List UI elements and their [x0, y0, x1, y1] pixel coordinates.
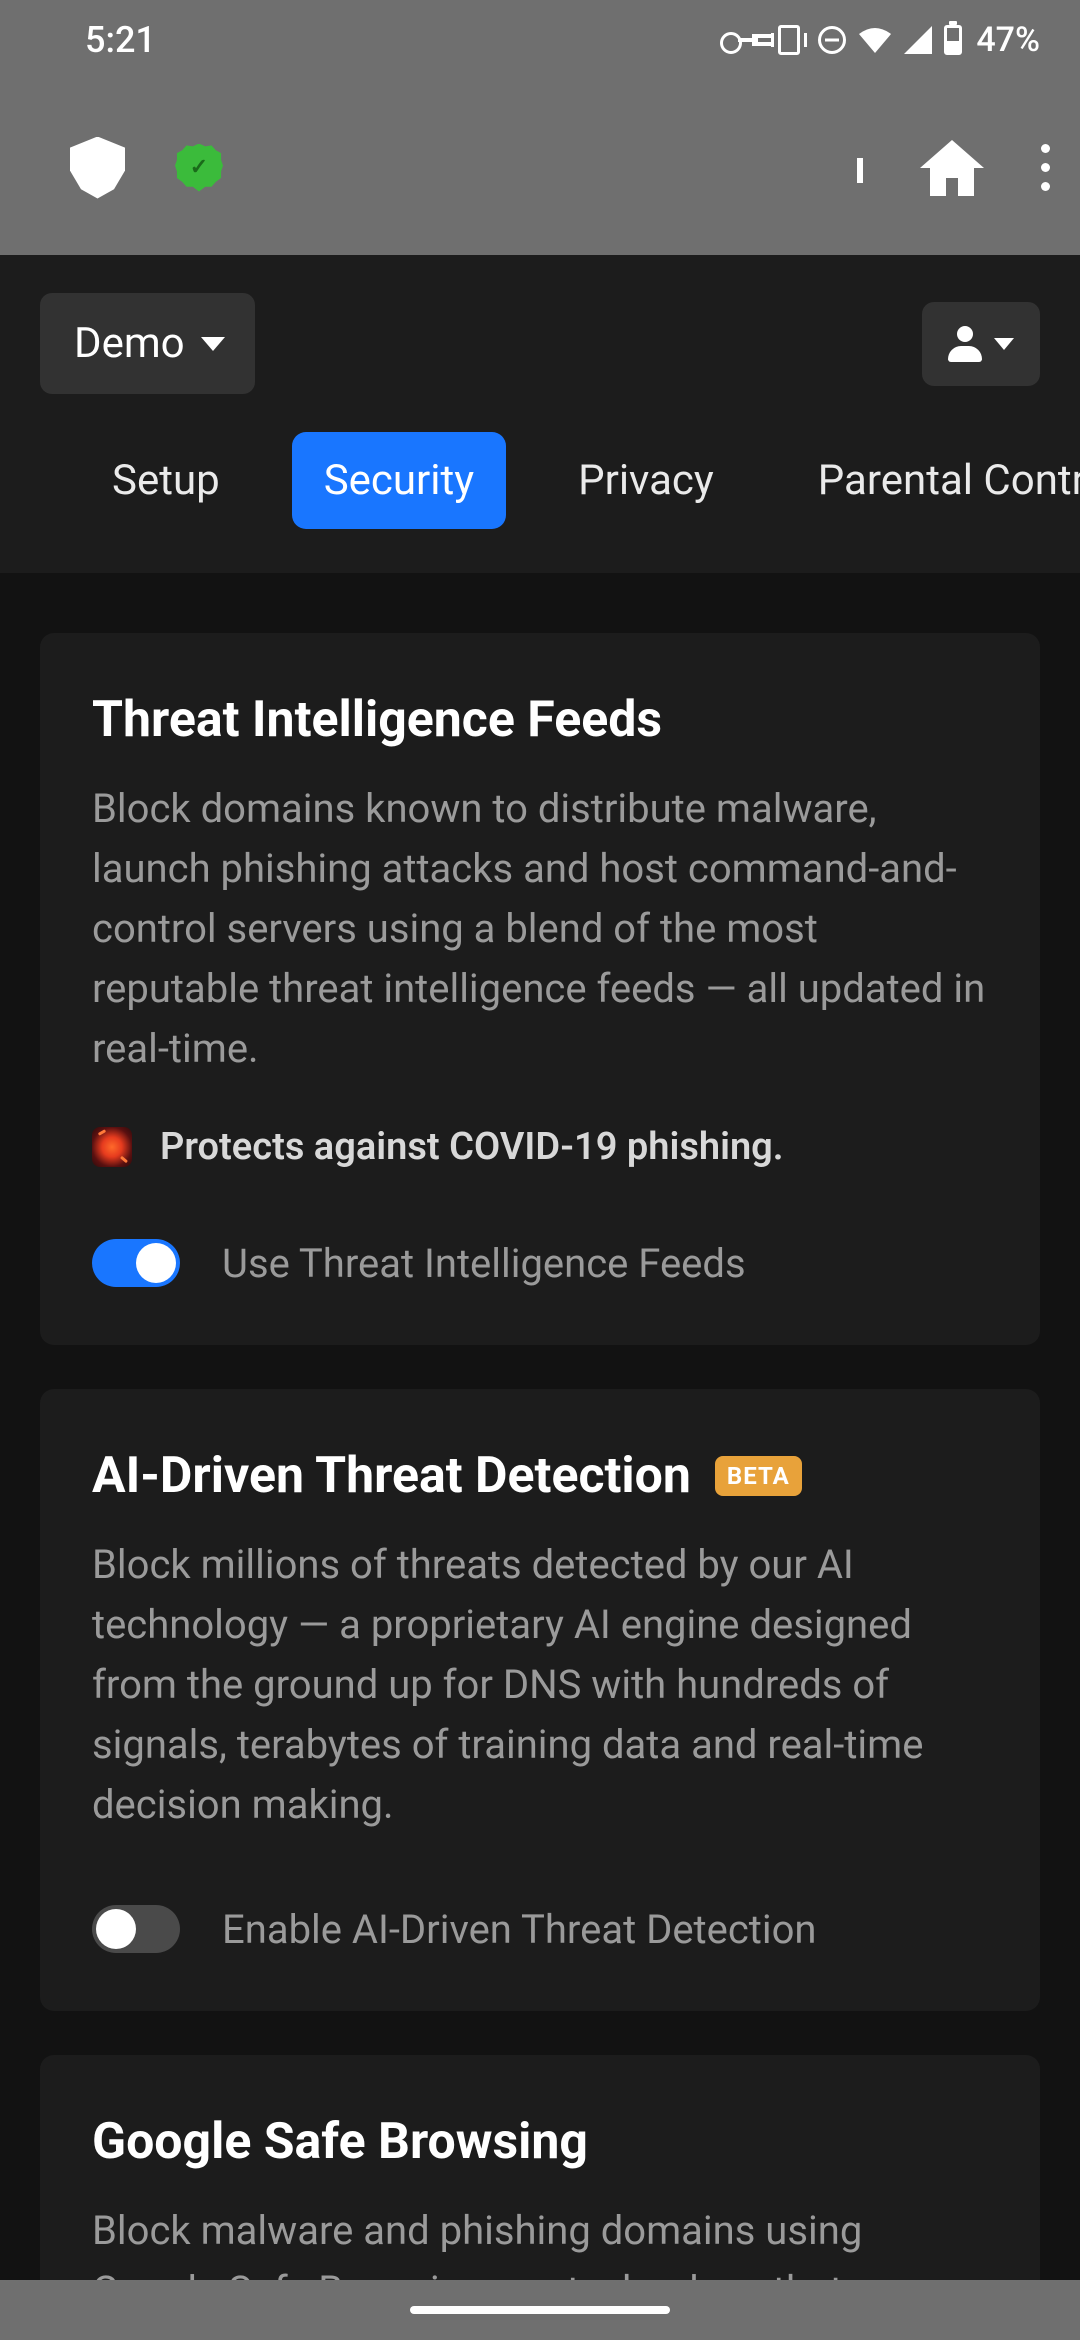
covid-note-text: Protects against COVID-19 phishing.: [160, 1125, 784, 1169]
tab-security[interactable]: Security: [292, 432, 506, 529]
account-menu-button[interactable]: [922, 302, 1040, 386]
profile-selector-label: Demo: [74, 319, 185, 368]
card-threat-intelligence-feeds: Threat Intelligence Feeds Block domains …: [40, 633, 1040, 1345]
cellular-signal-icon: [904, 26, 932, 54]
virus-icon: [92, 1127, 132, 1167]
status-bar: 5:21 47%: [0, 0, 1080, 80]
vpn-key-icon: [720, 30, 760, 50]
home-icon: [918, 138, 986, 198]
content: Threat Intelligence Feeds Block domains …: [0, 573, 1080, 2340]
overflow-menu-button[interactable]: [1041, 144, 1050, 191]
covid-note: Protects against COVID-19 phishing.: [92, 1125, 988, 1169]
do-not-disturb-icon: [818, 26, 846, 54]
card-body: Block domains known to distribute malwar…: [92, 779, 988, 1079]
card-ai-threat-detection: AI-Driven Threat Detection BETA Block mi…: [40, 1389, 1040, 2011]
person-icon: [948, 326, 982, 362]
card-title: Threat Intelligence Feeds: [92, 691, 988, 749]
toggle-knob: [136, 1243, 176, 1283]
tab-parental-control[interactable]: Parental Control: [786, 432, 1080, 529]
caret-down-icon: [201, 337, 225, 351]
shield-icon: [70, 137, 125, 199]
tab-privacy[interactable]: Privacy: [546, 432, 746, 529]
verified-badge-icon: [175, 144, 223, 192]
tab-setup[interactable]: Setup: [80, 432, 252, 529]
home-button[interactable]: [918, 138, 986, 198]
toggle-row: Enable AI-Driven Threat Detection: [92, 1905, 988, 1953]
wifi-icon: [858, 27, 892, 53]
toggle-label: Enable AI-Driven Threat Detection: [222, 1906, 817, 1953]
chevron-left-icon: [857, 158, 863, 183]
profile-selector[interactable]: Demo: [40, 293, 255, 394]
toggle-label: Use Threat Intelligence Feeds: [222, 1240, 746, 1287]
vibrate-icon: [772, 27, 806, 53]
toggle-threat-feeds[interactable]: [92, 1239, 180, 1287]
status-right: 47%: [720, 20, 1040, 60]
battery-percentage: 47%: [976, 20, 1040, 60]
system-nav-bar: [0, 2280, 1080, 2340]
dots-vertical-icon: [1041, 144, 1050, 153]
battery-icon: [944, 25, 962, 55]
card-title: AI-Driven Threat Detection BETA: [92, 1447, 988, 1505]
status-time: 5:21: [85, 19, 156, 61]
card-body: Block millions of threats detected by ou…: [92, 1535, 988, 1835]
sub-header: Demo: [0, 255, 1080, 432]
beta-badge: BETA: [715, 1456, 802, 1496]
toggle-knob: [96, 1909, 136, 1949]
tab-bar: Setup Security Privacy Parental Control …: [0, 432, 1080, 573]
app-bar: [0, 80, 1080, 255]
toggle-row: Use Threat Intelligence Feeds: [92, 1239, 988, 1287]
gesture-handle[interactable]: [410, 2306, 670, 2314]
caret-down-icon: [994, 338, 1014, 350]
toggle-ai-threat[interactable]: [92, 1905, 180, 1953]
card-title: Google Safe Browsing: [92, 2113, 988, 2171]
back-button[interactable]: [857, 158, 863, 177]
